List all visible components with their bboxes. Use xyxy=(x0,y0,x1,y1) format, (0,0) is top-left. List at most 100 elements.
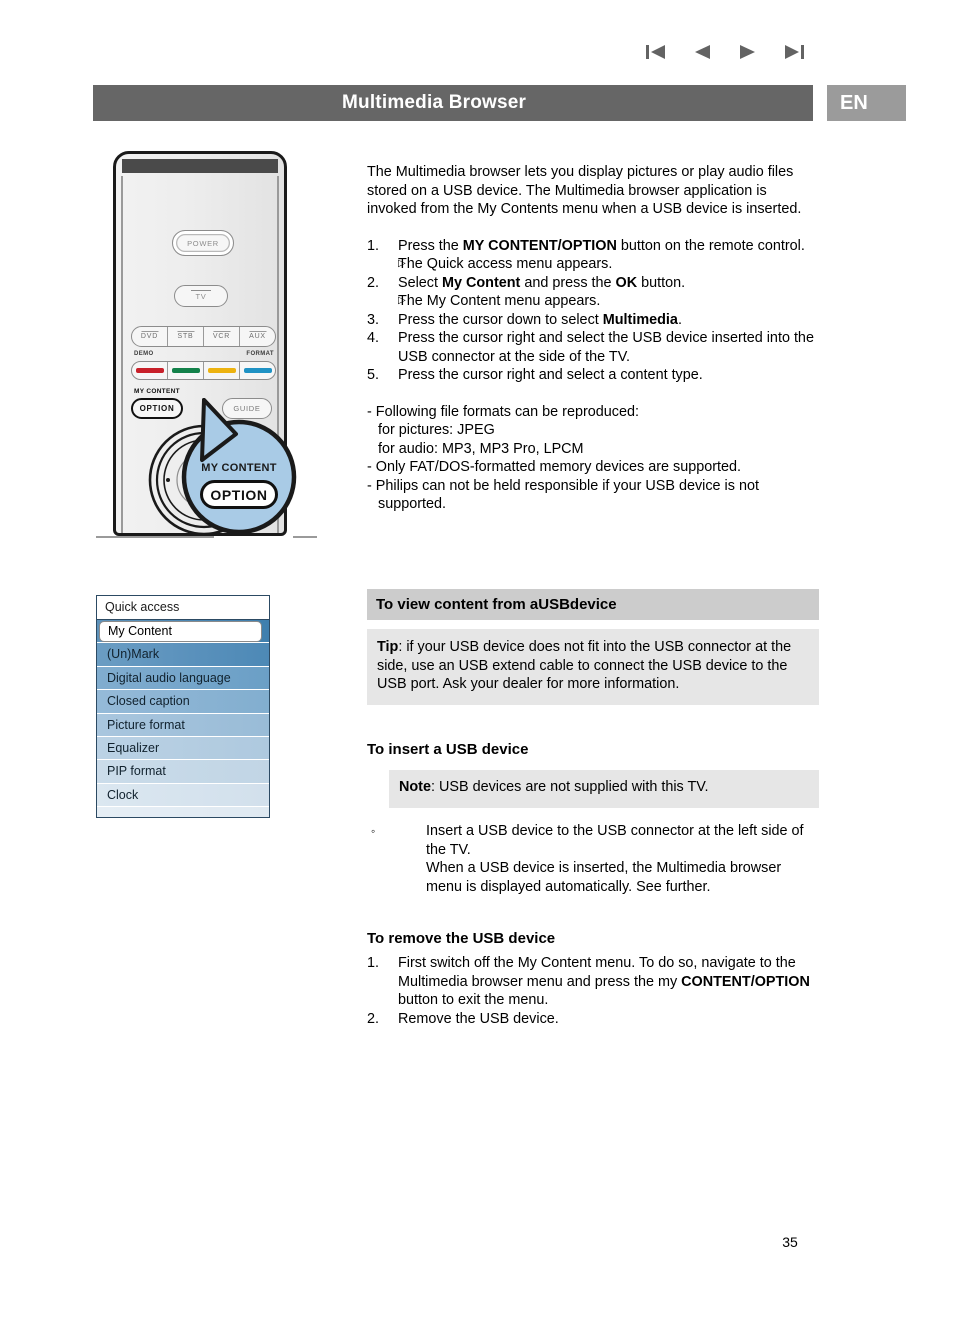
step-3-text-pre: Press the cursor down to select xyxy=(398,311,603,328)
remove-device-steps: 1. First switch off the My Content menu.… xyxy=(367,954,819,1028)
remote-control-illustration: POWER TV DVD STB VCR AUX DEMO FORMAT MY … xyxy=(96,140,346,590)
section-header-remove-post: device xyxy=(504,930,556,947)
main-content-column: The Multimedia browser lets you display … xyxy=(367,163,819,514)
section-header-insert-post: device xyxy=(477,741,529,758)
note-line-2: for pictures: JPEG xyxy=(378,422,495,438)
section-header-view-content-post: device xyxy=(569,596,617,613)
section-header-remove-pre: To remove the xyxy=(367,930,473,947)
step-1-text-post: button on the remote control. xyxy=(616,237,805,254)
tip-label: Tip xyxy=(377,639,399,655)
menu-item-digital-audio-language[interactable]: Digital audio language xyxy=(97,666,269,691)
first-page-icon[interactable] xyxy=(645,42,667,62)
menu-selected-item-highlight[interactable]: My Content xyxy=(99,621,262,642)
remove-step-2-number: 2. xyxy=(367,1010,380,1027)
menu-item-closed-caption[interactable]: Closed caption xyxy=(97,690,269,714)
intro-paragraph: The Multimedia browser lets you display … xyxy=(367,164,802,217)
triangle-bullet-icon: ▷ xyxy=(398,258,406,269)
last-page-icon[interactable] xyxy=(783,42,805,62)
remote-green-key xyxy=(167,362,203,379)
step-5-text: Press the cursor right and select a cont… xyxy=(398,367,703,383)
step-3-text-post: . xyxy=(677,311,682,328)
remote-top-strip xyxy=(122,159,278,173)
remote-yellow-key xyxy=(203,362,239,379)
quick-access-menu-list: (Un)Mark Digital audio language Closed c… xyxy=(97,620,269,818)
remote-source-stb: STB xyxy=(167,327,203,346)
section-header-insert-device: To insert a USB device xyxy=(367,741,819,758)
remote-tv-button: TV xyxy=(174,285,228,307)
previous-page-icon[interactable] xyxy=(691,42,713,62)
remove-step-1-number: 1. xyxy=(367,955,380,971)
note-text: : USB devices are not supplied with this… xyxy=(430,779,709,795)
language-badge: EN xyxy=(827,85,906,121)
remove-step-2-text: Remove the USB device. xyxy=(398,1010,559,1027)
note-label: Note xyxy=(399,779,431,795)
triangle-bullet-icon: ▷ xyxy=(398,295,406,306)
remote-source-dvd: DVD xyxy=(132,327,167,346)
note-line-4: - Only FAT/DOS-formatted memory devices … xyxy=(367,459,742,475)
tip-box: Tip: if your USB device does not fit int… xyxy=(367,629,819,705)
page-number: 35 xyxy=(782,1234,798,1250)
insert-device-bullet-text: Insert a USB device to the USB connector… xyxy=(426,823,804,858)
tip-text: : if your USB device does not fit into t… xyxy=(377,639,792,692)
note-line-3: for audio: MP3, MP3 Pro, LPCM xyxy=(378,440,584,457)
step-4-number: 4. xyxy=(367,330,380,346)
remote-red-key xyxy=(132,362,167,379)
step-2-text-post: button. xyxy=(637,274,686,291)
step-3: 3. Press the cursor down to select Multi… xyxy=(367,311,819,330)
section-header-remove-bold: USB xyxy=(472,930,505,947)
section-header-remove-device: To remove the USB device xyxy=(367,930,819,947)
remove-step-1-bold: CONTENT/OPTION xyxy=(681,973,810,990)
step-3-bold: Multimedia xyxy=(602,311,678,328)
step-1-bold: MY CONTENT/OPTION xyxy=(462,237,617,254)
remove-step-1-text-post: button to exit the menu. xyxy=(398,992,549,1008)
file-format-notes: - Following file formats can be reproduc… xyxy=(367,403,819,514)
section-header-view-content-pre: To view content from a xyxy=(376,596,539,613)
step-2-text-pre: Select xyxy=(398,274,442,291)
note-line-1: - Following file formats can be reproduc… xyxy=(367,403,639,420)
remote-source-aux: AUX xyxy=(239,327,275,346)
remote-guide-button: GUIDE xyxy=(222,398,272,419)
insert-device-bullet: ◦ Insert a USB device to the USB connect… xyxy=(367,822,819,859)
quick-access-menu-title: Quick access xyxy=(97,596,269,620)
step-3-number: 3. xyxy=(367,311,380,328)
menu-bottom-padding xyxy=(97,807,269,818)
remote-source-button-row: DVD STB VCR AUX xyxy=(131,326,276,347)
menu-item-equalizer[interactable]: Equalizer xyxy=(97,736,269,761)
remote-format-label: FORMAT xyxy=(246,351,274,357)
remote-demo-label: DEMO xyxy=(134,351,154,357)
step-2-result-text: The My Content menu appears. xyxy=(398,293,601,309)
menu-item-pip-format[interactable]: PIP format xyxy=(97,760,269,784)
menu-item-unmark[interactable]: (Un)Mark xyxy=(97,643,269,667)
remote-tv-underline xyxy=(191,290,211,292)
step-2-text-mid: and press the xyxy=(520,274,616,291)
menu-item-picture-format[interactable]: Picture format xyxy=(97,713,269,737)
remove-step-2: 2. Remove the USB device. xyxy=(367,1010,819,1029)
menu-item-clock[interactable]: Clock xyxy=(97,783,269,808)
step-list: 1. Press the MY CONTENT/OPTION button on… xyxy=(367,237,819,385)
remove-step-1: 1. First switch off the My Content menu.… xyxy=(367,954,819,1010)
section-header-insert-pre: To insert a xyxy=(367,741,446,758)
remote-blue-key xyxy=(239,362,275,379)
step-5: 5. Press the cursor right and select a c… xyxy=(367,366,819,385)
insert-device-bullet-block: ◦ Insert a USB device to the USB connect… xyxy=(367,822,819,896)
note-box: Note: USB devices are not supplied with … xyxy=(389,770,819,808)
remote-power-button: POWER xyxy=(172,230,234,256)
remote-colorkey-labels: DEMO FORMAT xyxy=(134,351,274,357)
step-2-bold-2: OK xyxy=(615,274,638,291)
step-5-number: 5. xyxy=(367,367,380,383)
step-4-text: Press the cursor right and select the US… xyxy=(398,330,814,365)
step-1-number: 1. xyxy=(367,237,380,254)
step-1-result-text: The Quick access menu appears. xyxy=(398,256,613,272)
step-2-bold: My Content xyxy=(442,274,521,291)
remote-option-button: OPTION xyxy=(131,398,183,419)
section-header-insert-bold: USB xyxy=(445,741,478,758)
note-line-5: - Philips can not be held responsible if… xyxy=(367,477,759,513)
next-page-icon[interactable] xyxy=(737,42,759,62)
remote-source-vcr: VCR xyxy=(203,327,239,346)
remote-baseline-rule xyxy=(96,536,346,538)
step-1-text-pre: Press the xyxy=(398,237,463,254)
remote-option-callout: MY CONTENT OPTION xyxy=(180,398,298,536)
step-4: 4. Press the cursor right and select the… xyxy=(367,329,819,366)
section-header-view-content-bold: USB xyxy=(538,596,570,613)
step-2-result: ▷ The My Content menu appears. xyxy=(367,292,819,311)
